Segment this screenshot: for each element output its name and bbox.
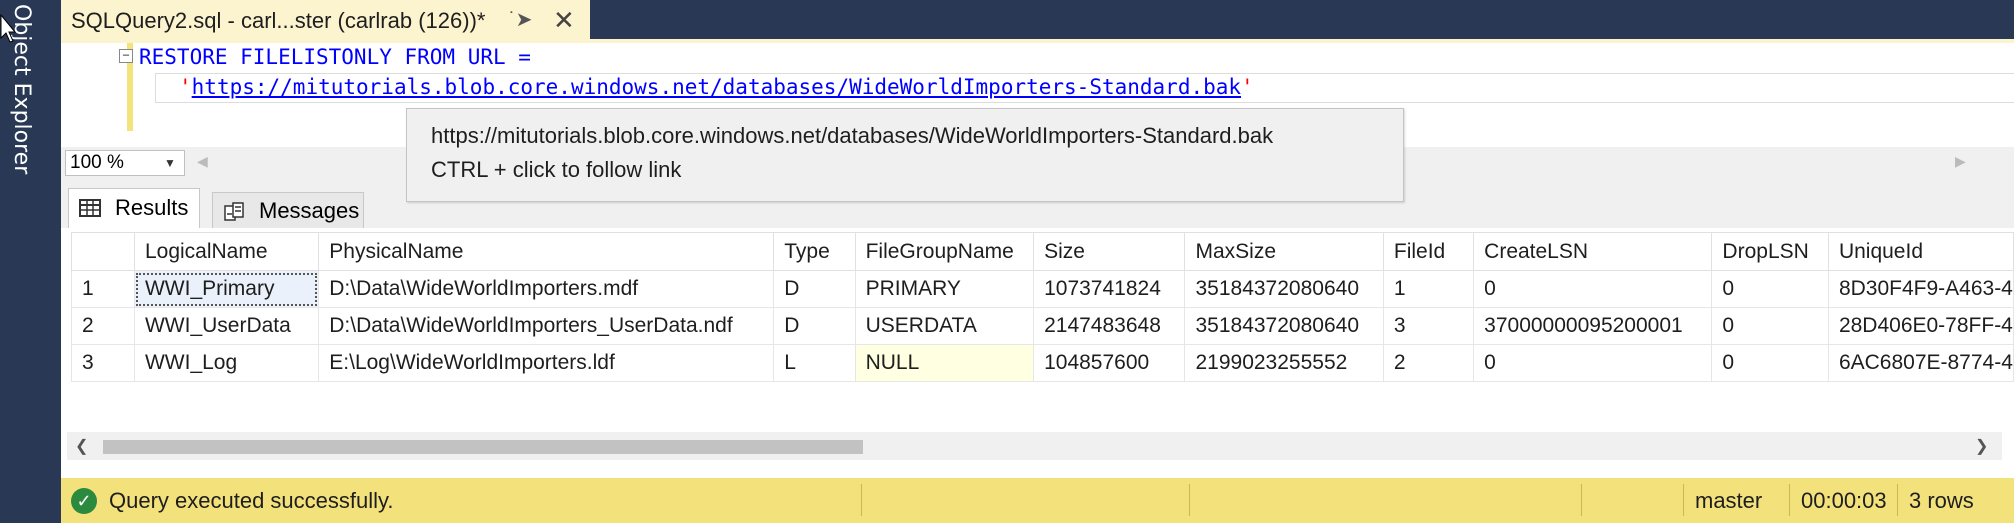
- table-cell[interactable]: 2147483648: [1033, 307, 1186, 345]
- table-cell[interactable]: WWI_Log: [133, 344, 320, 382]
- results-grid[interactable]: LogicalName PhysicalName Type FileGroupN…: [71, 232, 2014, 432]
- table-cell[interactable]: D: [773, 270, 856, 308]
- results-table: LogicalName PhysicalName Type FileGroupN…: [71, 232, 2014, 382]
- table-cell[interactable]: D:\Data\WideWorldImporters_UserData.ndf: [318, 307, 775, 345]
- table-cell[interactable]: 0: [1473, 344, 1713, 382]
- column-header[interactable]: Size: [1033, 232, 1186, 271]
- table-cell[interactable]: 2199023255552: [1184, 344, 1384, 382]
- status-divider: [1189, 484, 1190, 516]
- table-cell[interactable]: PRIMARY: [854, 270, 1035, 308]
- grid-icon: [79, 199, 101, 217]
- tooltip-url: https://mitutorials.blob.core.windows.ne…: [431, 123, 1274, 148]
- table-cell[interactable]: 1073741824: [1033, 270, 1186, 308]
- zoom-select[interactable]: 100 % ▼: [65, 150, 185, 176]
- tab-results-label: Results: [115, 195, 189, 220]
- scroll-right-icon[interactable]: ❯: [1975, 436, 1988, 456]
- string-quote-close: ': [1241, 75, 1254, 99]
- table-cell[interactable]: 8D30F4F9-A463-4: [1827, 270, 2014, 308]
- table-cell[interactable]: 35184372080640: [1184, 307, 1384, 345]
- status-database: master: [1695, 488, 1763, 513]
- tab-results[interactable]: Results: [68, 188, 200, 229]
- scrollbar-thumb[interactable]: [103, 440, 863, 454]
- chevron-down-icon[interactable]: ▼: [164, 151, 176, 175]
- row-number[interactable]: 2: [71, 307, 135, 345]
- table-cell[interactable]: 2: [1382, 344, 1475, 382]
- column-header[interactable]: PhysicalName: [318, 232, 775, 271]
- column-header[interactable]: FileId: [1382, 232, 1475, 271]
- collapse-icon[interactable]: −: [119, 49, 133, 63]
- messages-icon: [224, 202, 244, 221]
- column-header[interactable]: FileGroupName: [854, 232, 1035, 271]
- column-header[interactable]: UniqueId: [1827, 232, 2014, 271]
- results-panel: LogicalName PhysicalName Type FileGroupN…: [61, 228, 2014, 467]
- table-cell[interactable]: D: [773, 307, 856, 345]
- link-tooltip: https://mitutorials.blob.core.windows.ne…: [406, 108, 1404, 202]
- row-number[interactable]: 3: [71, 344, 135, 382]
- tab-messages-label: Messages: [259, 198, 360, 223]
- table-cell[interactable]: 35184372080640: [1184, 270, 1384, 308]
- header-row: LogicalName PhysicalName Type FileGroupN…: [71, 232, 2014, 271]
- status-message: Query executed successfully.: [109, 488, 394, 513]
- table-cell[interactable]: 37000000095200001: [1473, 307, 1713, 345]
- pin-icon[interactable]: ˙➤: [509, 0, 532, 41]
- column-header[interactable]: MaxSize: [1184, 232, 1384, 271]
- status-divider: [1789, 484, 1790, 516]
- table-cell[interactable]: 28D406E0-78FF-4: [1827, 307, 2014, 345]
- code-line-2[interactable]: 'https://mitutorials.blob.core.windows.n…: [179, 75, 1254, 99]
- string-quote-open: ': [179, 75, 192, 99]
- table-cell[interactable]: WWI_UserData: [133, 307, 320, 345]
- table-cell[interactable]: WWI_Primary: [133, 270, 320, 308]
- status-divider: [1897, 484, 1898, 516]
- zoom-value: 100 %: [70, 152, 124, 173]
- status-divider: [1683, 484, 1684, 516]
- table-row: 1 WWI_Primary D:\Data\WideWorldImporters…: [71, 270, 2014, 308]
- status-divider: [1581, 484, 1582, 516]
- table-cell[interactable]: 0: [1711, 344, 1829, 382]
- row-number[interactable]: 1: [71, 270, 135, 308]
- status-spacer: [61, 467, 2014, 478]
- status-bar: ✓ Query executed successfully. master 00…: [61, 478, 2014, 523]
- table-cell[interactable]: 1: [1382, 270, 1475, 308]
- table-cell[interactable]: E:\Log\WideWorldImporters.ldf: [318, 344, 775, 382]
- scroll-left-icon[interactable]: ◀: [197, 153, 208, 170]
- url-link[interactable]: https://mitutorials.blob.core.windows.ne…: [192, 75, 1241, 99]
- success-check-icon: ✓: [71, 488, 97, 514]
- table-row: 3 WWI_Log E:\Log\WideWorldImporters.ldf …: [71, 344, 2014, 382]
- code-line-1[interactable]: RESTORE FILELISTONLY FROM URL =: [139, 45, 531, 69]
- column-header[interactable]: [71, 232, 135, 271]
- table-cell[interactable]: L: [773, 344, 856, 382]
- table-cell[interactable]: USERDATA: [854, 307, 1035, 345]
- document-tab[interactable]: SQLQuery2.sql - carl...ster (carlrab (12…: [61, 0, 590, 39]
- scroll-right-icon[interactable]: ▶: [1955, 153, 1966, 170]
- table-cell[interactable]: D:\Data\WideWorldImporters.mdf: [318, 270, 775, 308]
- column-header[interactable]: CreateLSN: [1473, 232, 1713, 271]
- close-icon[interactable]: ✕: [553, 0, 575, 41]
- table-cell[interactable]: 0: [1473, 270, 1713, 308]
- column-header[interactable]: DropLSN: [1711, 232, 1829, 271]
- table-cell[interactable]: 104857600: [1033, 344, 1186, 382]
- table-cell[interactable]: 3: [1382, 307, 1475, 345]
- table-cell[interactable]: 6AC6807E-8774-4: [1827, 344, 2014, 382]
- status-row-count: 3 rows: [1909, 488, 1974, 513]
- scroll-left-icon[interactable]: ❮: [75, 436, 88, 456]
- tab-title: SQLQuery2.sql - carl...ster (carlrab (12…: [71, 8, 486, 33]
- table-row: 2 WWI_UserData D:\Data\WideWorldImporter…: [71, 307, 2014, 345]
- column-header[interactable]: LogicalName: [133, 232, 320, 271]
- tooltip-hint: CTRL + click to follow link: [431, 157, 682, 182]
- status-elapsed-time: 00:00:03: [1801, 488, 1887, 513]
- tab-messages[interactable]: Messages: [212, 192, 364, 230]
- status-divider: [861, 484, 862, 516]
- object-explorer-rail[interactable]: Object Explorer: [0, 0, 61, 523]
- table-cell[interactable]: 0: [1711, 307, 1829, 345]
- grid-horizontal-scrollbar[interactable]: ❮ ❯: [67, 432, 2002, 460]
- table-cell[interactable]: NULL: [854, 344, 1035, 382]
- mouse-cursor-icon: [0, 14, 16, 43]
- table-cell[interactable]: 0: [1711, 270, 1829, 308]
- column-header[interactable]: Type: [773, 232, 856, 271]
